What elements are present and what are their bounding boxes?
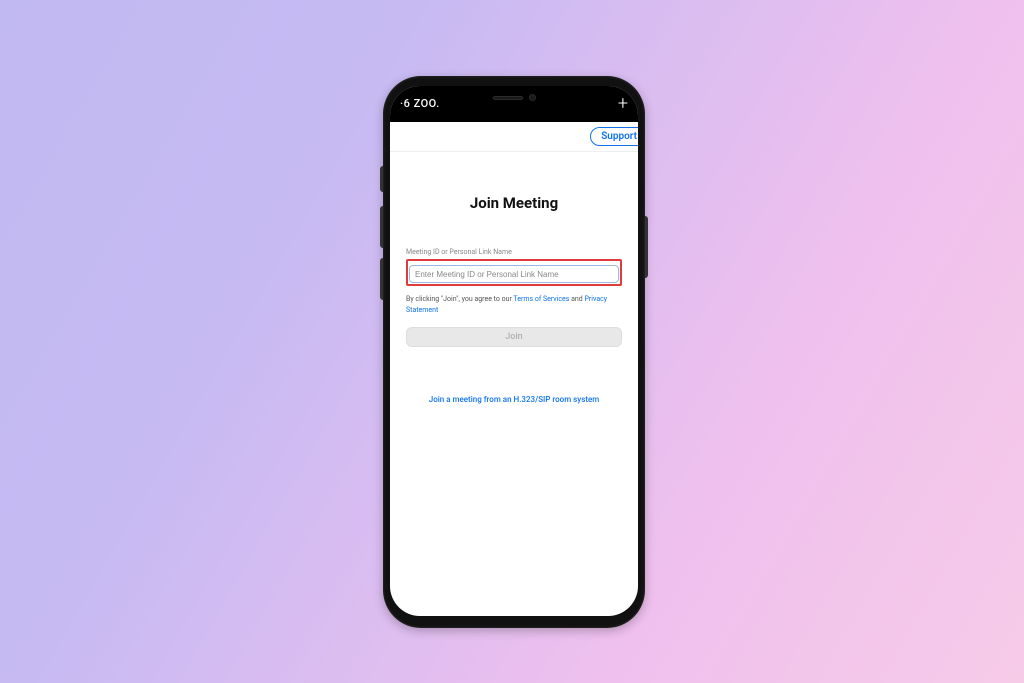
meeting-id-label: Meeting ID or Personal Link Name [406, 248, 622, 256]
header-bar: Support [390, 122, 638, 152]
phone-notch [454, 86, 574, 110]
new-tab-icon[interactable]: + [618, 95, 628, 113]
terms-of-service-link[interactable]: Terms of Services [513, 295, 569, 303]
annotation-highlight-box [406, 259, 622, 287]
meeting-id-input[interactable] [409, 265, 619, 283]
page-title: Join Meeting [406, 194, 622, 212]
phone-screen: ·6 ZOO. + Support Join Meeting Meeting I… [390, 86, 638, 616]
page-url-fragment: ·6 ZOO. [400, 97, 440, 110]
power-button [645, 216, 648, 278]
terms-prefix: By clicking "Join", you agree to our [406, 295, 513, 303]
speaker-icon [493, 96, 523, 100]
terms-text: By clicking "Join", you agree to our Ter… [406, 294, 622, 315]
sip-room-link[interactable]: Join a meeting from an H.323/SIP room sy… [406, 395, 622, 404]
phone-frame: ·6 ZOO. + Support Join Meeting Meeting I… [383, 76, 645, 628]
camera-icon [529, 94, 536, 101]
join-button[interactable]: Join [406, 327, 622, 347]
support-button[interactable]: Support [590, 127, 638, 146]
main-content: Join Meeting Meeting ID or Personal Link… [390, 194, 638, 405]
terms-and: and [569, 295, 584, 303]
